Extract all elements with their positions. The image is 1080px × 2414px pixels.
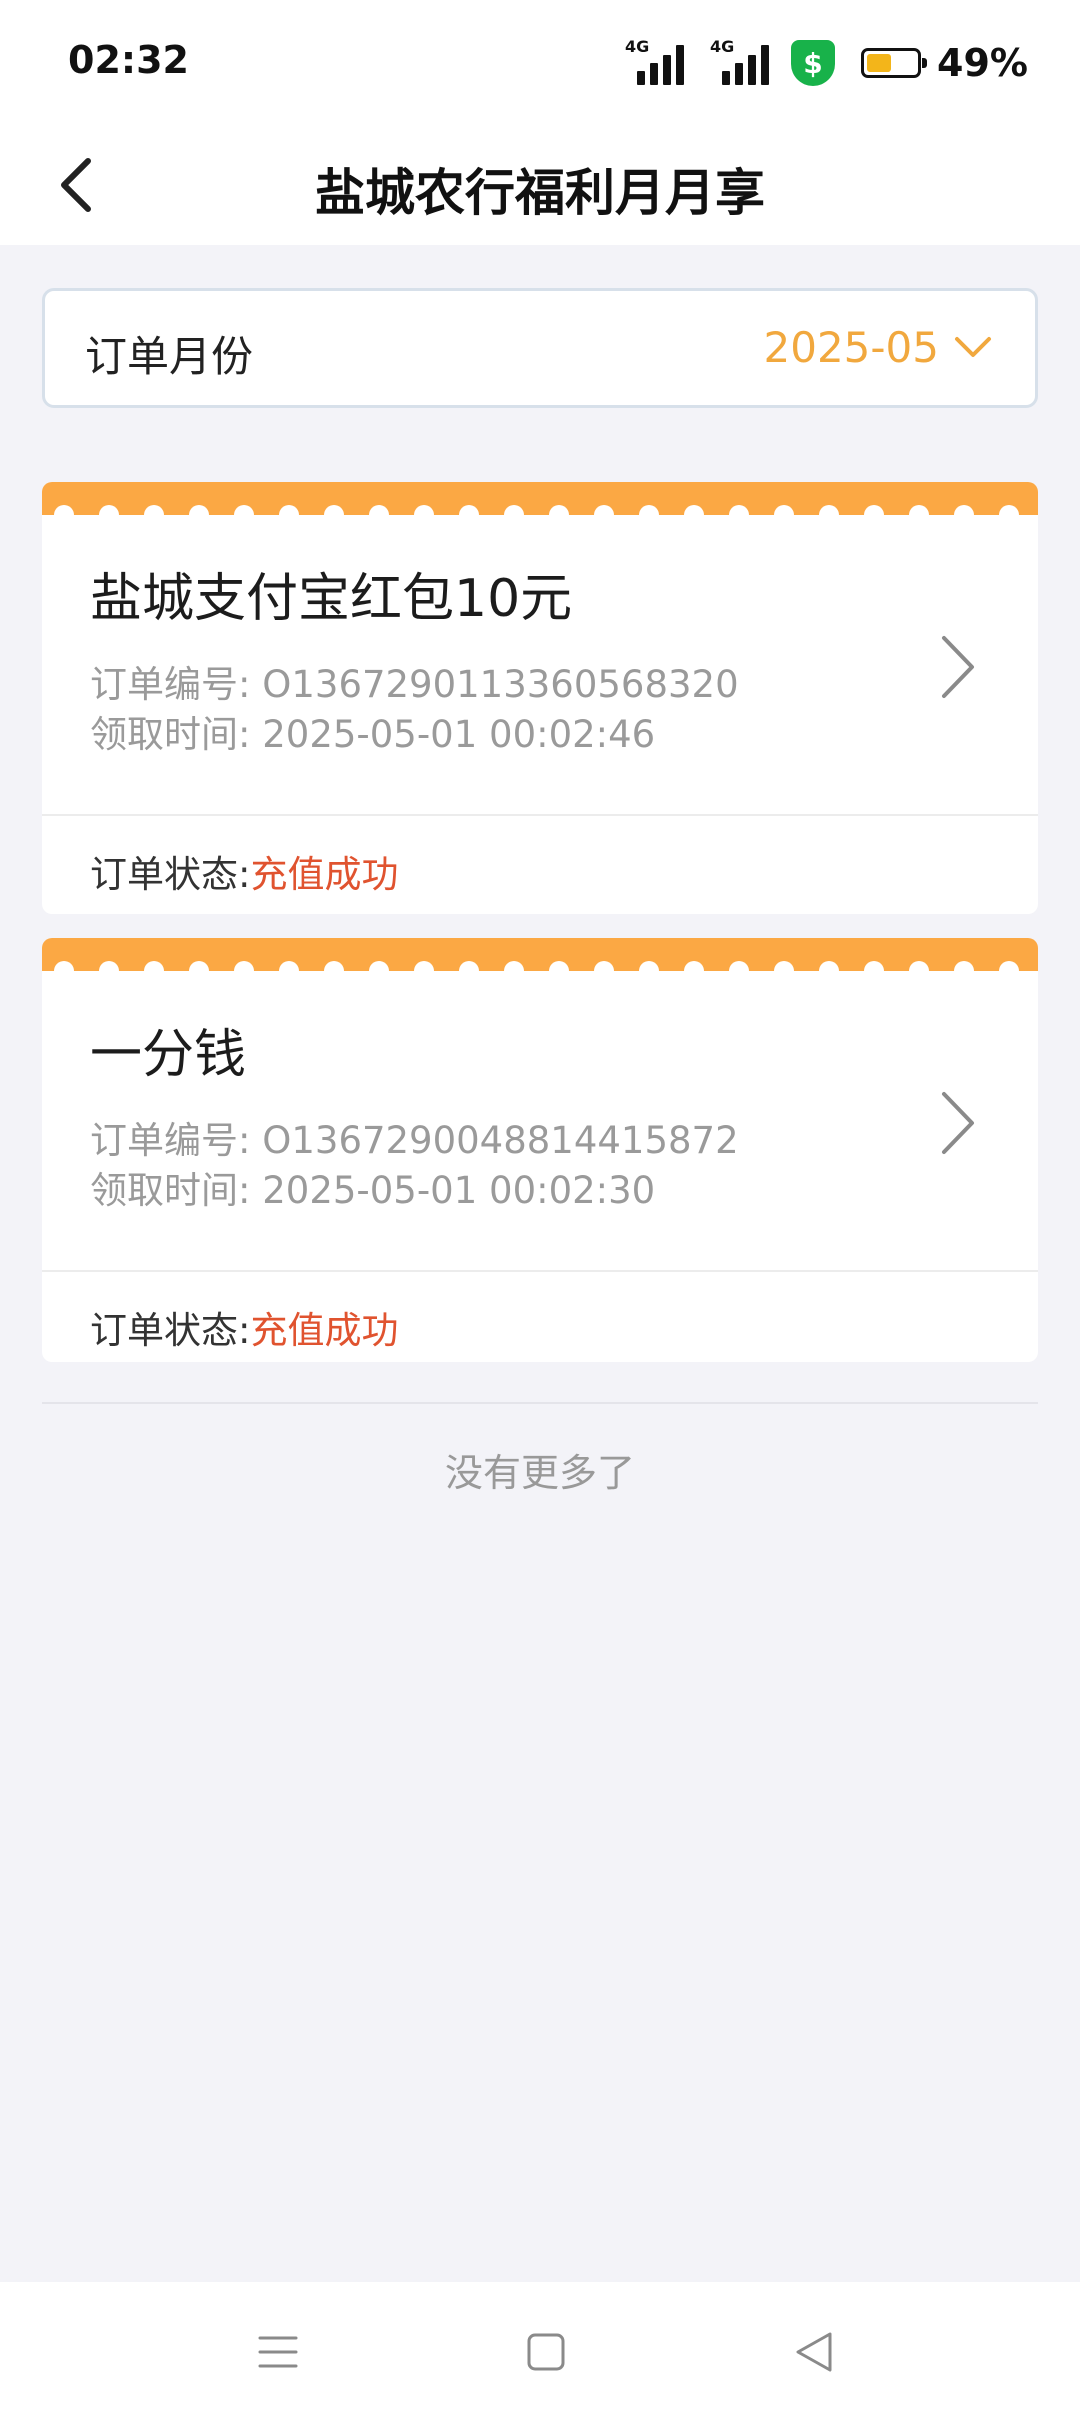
chevron-right-icon[interactable] [932,1088,982,1158]
order-status-value: 充值成功 [250,853,399,896]
order-time-line: 领取时间: 2025-05-01 00:02:46 [90,704,655,758]
order-month-value[interactable]: 2025-05 [764,323,994,372]
back-triangle-icon[interactable] [784,2322,844,2382]
order-time-label: 领取时间: [90,713,251,756]
signal-icon: 4G [625,37,685,85]
order-status-row: 订单状态:充值成功 [42,816,1038,914]
order-title: 盐城支付宝红包10元 [90,569,573,629]
order-number-label: 订单编号: [90,663,251,706]
order-time-label: 领取时间: [90,1169,251,1212]
home-square-icon[interactable] [516,2322,576,2382]
order-status-value: 充值成功 [250,1309,399,1352]
order-time: 2025-05-01 00:02:46 [262,713,656,756]
no-more-text: 没有更多了 [444,1451,635,1495]
order-status: 订单状态:充值成功 [90,1300,398,1354]
chevron-right-icon[interactable] [932,632,982,702]
order-card[interactable]: 盐城支付宝红包10元 订单编号: O1367290113360568320 领取… [42,482,1038,914]
order-number-line: 订单编号: O1367290048814415872 [90,1110,739,1164]
status-bar: 02:32 4G 4G $ 49% [0,0,1080,125]
order-status-label: 订单状态: [90,853,251,896]
order-number-line: 订单编号: O1367290113360568320 [90,654,739,708]
order-number: O1367290113360568320 [262,663,739,706]
order-status-row: 订单状态:充值成功 [42,1272,1038,1362]
signal-icon: 4G [710,37,770,85]
status-time: 02:32 [68,38,189,82]
card-header-strip [42,482,1038,527]
order-time: 2025-05-01 00:02:30 [262,1169,656,1212]
status-icons: 4G 4G $ 49% [625,37,1028,88]
order-month-selector[interactable]: 订单月份 2025-05 [42,288,1038,408]
order-number: O1367290048814415872 [262,1119,739,1162]
order-card[interactable]: 一分钱 订单编号: O1367290048814415872 领取时间: 202… [42,938,1038,1362]
chevron-down-icon [955,336,991,357]
order-status-label: 订单状态: [90,1309,251,1352]
signal-label: 4G [625,37,650,56]
battery-fill [867,54,891,72]
order-status: 订单状态:充值成功 [90,844,398,898]
battery-percent: 49% [937,41,1028,85]
signal-label: 4G [710,37,735,56]
system-nav-bar [0,2282,1080,2414]
order-title: 一分钱 [90,1025,247,1085]
order-month-text: 2025-05 [763,323,940,372]
order-time-line: 领取时间: 2025-05-01 00:02:30 [90,1160,655,1214]
card-header-strip [42,938,1038,983]
order-card-body[interactable]: 盐城支付宝红包10元 订单编号: O1367290113360568320 领取… [42,516,1038,814]
menu-icon[interactable] [248,2322,308,2382]
order-month-label: 订单月份 [85,332,254,381]
list-end-divider [42,1402,1038,1404]
shield-dollar-icon: $ [791,40,836,86]
battery-icon [861,48,928,78]
nav-bar: 盐城农行福利月月享 [0,125,1080,245]
page-title: 盐城农行福利月月享 [315,164,765,222]
order-card-body[interactable]: 一分钱 订单编号: O1367290048814415872 领取时间: 202… [42,972,1038,1270]
order-number-label: 订单编号: [90,1119,251,1162]
